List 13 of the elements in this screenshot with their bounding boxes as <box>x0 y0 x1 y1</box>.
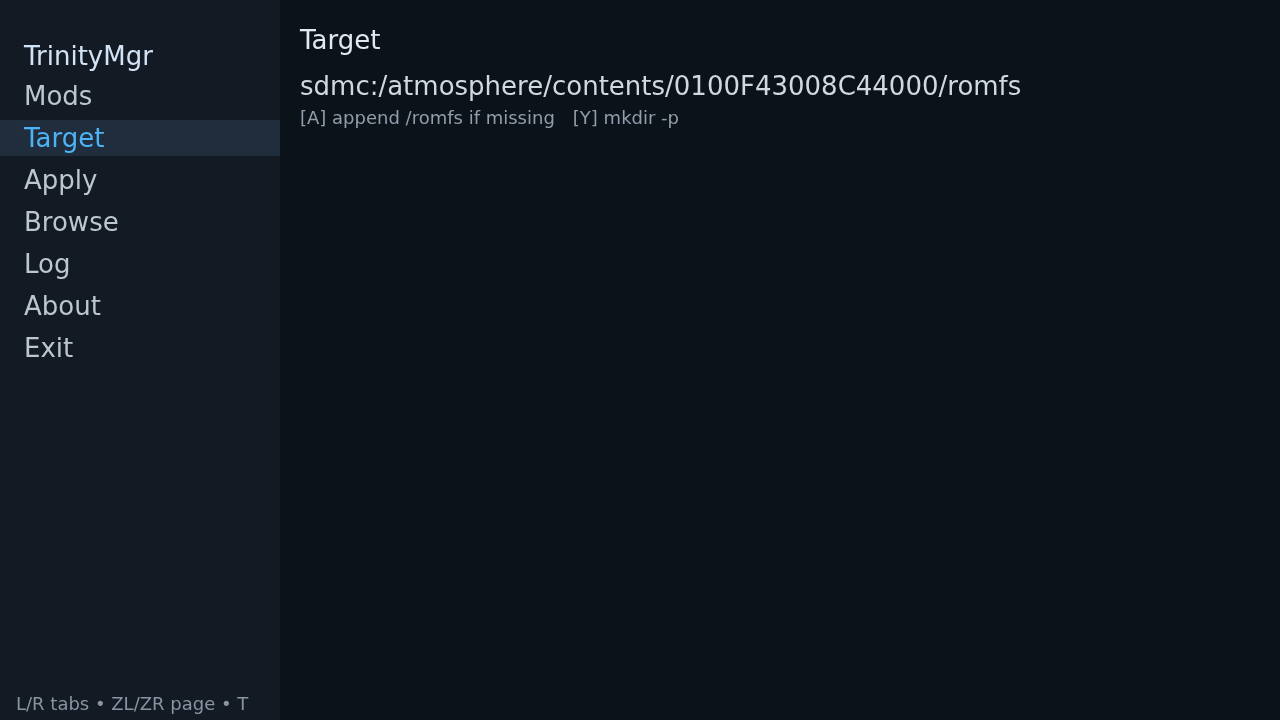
sidebar-tab[interactable]: Exit <box>0 330 280 366</box>
sidebar-tab[interactable]: Mods <box>0 78 280 114</box>
page-heading: Target <box>300 24 382 57</box>
button-hint: [A] append /romfs if missing <box>300 106 555 130</box>
sidebar-tab[interactable]: About <box>0 288 280 324</box>
sidebar-tab[interactable]: Browse <box>0 204 280 240</box>
controls-hint: L/R tabs • ZL/ZR page • T <box>15 692 250 716</box>
sidebar-tab[interactable]: Apply <box>0 162 280 198</box>
target-path: sdmc:/atmosphere/contents/0100F43008C44000/romfs <box>300 70 1023 102</box>
button-hint: [Y] mkdir -p <box>572 106 680 130</box>
app-title: TrinityMgr <box>23 40 154 73</box>
sidebar-tab[interactable]: Target <box>0 120 280 156</box>
sidebar-tab[interactable]: Log <box>0 246 280 282</box>
